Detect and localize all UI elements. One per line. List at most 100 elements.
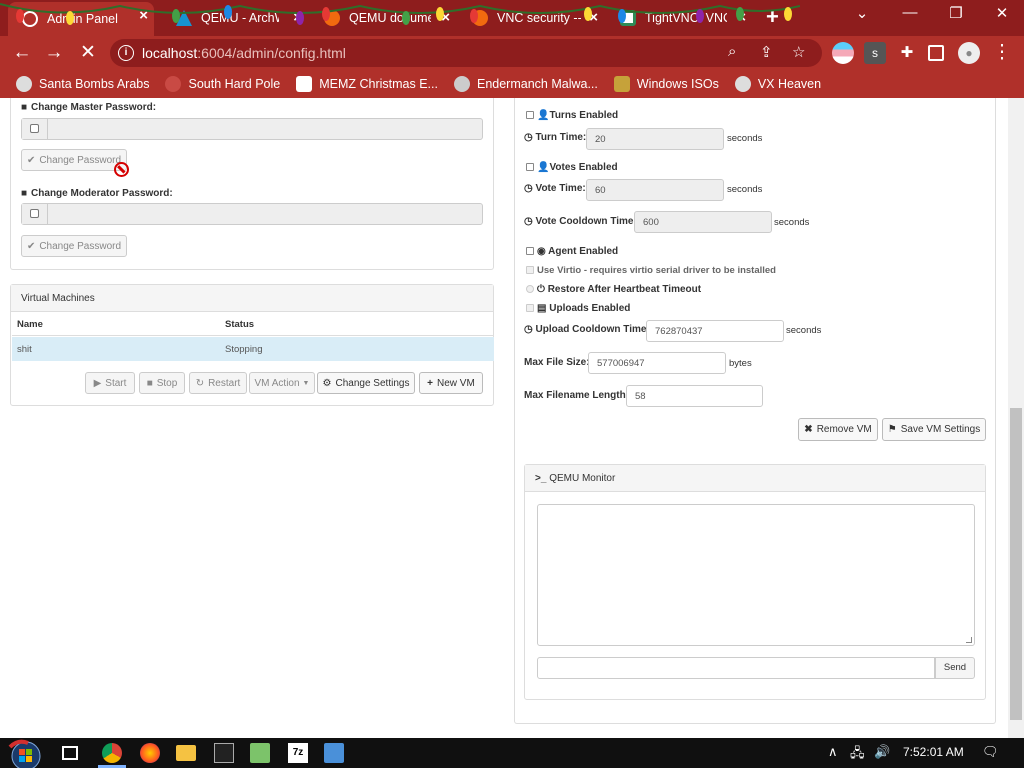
bookmark-star-icon[interactable]: ☆ xyxy=(792,43,805,61)
notifications-icon[interactable]: 🗨 xyxy=(982,744,999,760)
bookmark-south-hard-pole[interactable]: South Hard Pole xyxy=(165,76,280,92)
vote-time-unit: seconds xyxy=(727,184,763,195)
extension-flag-icon[interactable] xyxy=(832,42,854,64)
tab-vnc-security[interactable]: VNC security -- × xyxy=(458,4,604,32)
max-file-size-label: Max File Size: xyxy=(524,357,590,368)
qemu-command-input[interactable] xyxy=(537,657,935,679)
votes-enabled-checkbox[interactable] xyxy=(526,163,534,171)
qemu-output-textarea[interactable] xyxy=(537,504,975,646)
change-moderator-password-button[interactable]: ✔ Change Password xyxy=(21,235,127,257)
max-filename-length-input[interactable]: 58 xyxy=(626,385,763,407)
terminal-icon: >_ xyxy=(535,473,550,484)
agent-enabled-checkbox[interactable] xyxy=(526,247,534,255)
close-tab-icon[interactable]: × xyxy=(441,10,450,26)
table-row[interactable]: shit Stopping xyxy=(12,337,494,361)
bookmark-endermanch-malware[interactable]: Endermanch Malwa... xyxy=(453,76,598,92)
vm-action-dropdown[interactable]: VM Action ▼ xyxy=(249,372,315,394)
votes-enabled-text: Votes Enabled xyxy=(549,162,618,173)
vote-cooldown-label: ◷ Vote Cooldown Time: xyxy=(524,216,637,227)
chrome-menu-icon[interactable]: ⋮ xyxy=(990,41,1014,65)
turn-time-input[interactable]: 20 xyxy=(586,128,724,150)
max-file-size-input[interactable]: 577006947 xyxy=(588,352,726,374)
skull-icon xyxy=(734,76,751,92)
network-icon[interactable]: 🖧 xyxy=(850,744,865,766)
bookmark-windows-isos[interactable]: Windows ISOs xyxy=(613,76,719,92)
scrollbar-thumb[interactable] xyxy=(1010,408,1022,720)
minimize-window-icon[interactable]: — xyxy=(896,4,924,21)
check-icon: ✔ xyxy=(26,240,36,252)
user-icon: 👤 xyxy=(537,110,550,121)
stop-button[interactable]: ■ Stop xyxy=(139,372,185,394)
bookmark-vx-heaven[interactable]: VX Heaven xyxy=(734,76,821,92)
notepad-plus-icon[interactable] xyxy=(250,743,270,763)
use-virtio-checkbox[interactable] xyxy=(526,266,534,274)
forward-arrow-icon[interactable]: → xyxy=(42,41,66,65)
change-settings-button[interactable]: ⚙ Change Settings xyxy=(317,372,415,394)
file-explorer-icon[interactable] xyxy=(176,745,196,761)
moderator-password-checkbox[interactable] xyxy=(30,209,39,218)
start-button[interactable]: ▶ Start xyxy=(85,372,135,394)
vote-cooldown-input[interactable]: 600 xyxy=(634,211,772,233)
bookmark-memz-christmas[interactable]: MEMZ Christmas E... xyxy=(296,76,438,92)
vote-cooldown-unit: seconds xyxy=(774,217,810,228)
uploads-enabled-checkbox[interactable] xyxy=(526,304,534,312)
tab-search-icon[interactable]: ⌄ xyxy=(848,4,876,22)
7zip-icon[interactable]: 7z xyxy=(288,743,308,763)
vote-time-input[interactable]: 60 xyxy=(586,179,724,201)
plus-icon: + xyxy=(427,377,434,389)
close-tab-icon[interactable]: × xyxy=(589,10,598,26)
tab-tightvnc[interactable]: TightVNC: VNC × xyxy=(606,4,752,32)
share-icon[interactable]: ⇪ xyxy=(760,43,773,61)
extension-s-icon[interactable]: s xyxy=(864,42,886,64)
restore-window-icon[interactable]: ❐ xyxy=(942,4,970,22)
close-tab-icon[interactable]: × xyxy=(139,8,148,24)
close-window-icon[interactable]: ✕ xyxy=(988,4,1016,22)
button-label: VM Action xyxy=(254,377,300,389)
task-view-icon[interactable] xyxy=(62,746,78,760)
uploads-enabled-label: ▤ Uploads Enabled xyxy=(537,303,630,314)
side-panel-icon[interactable] xyxy=(928,45,944,61)
tab-qemu-archwiki[interactable]: QEMU - ArchWiki × xyxy=(162,4,308,32)
zoom-icon[interactable]: ⌕ xyxy=(728,43,736,60)
eye-icon: ◉ xyxy=(537,246,549,257)
volume-icon[interactable]: 🔊 xyxy=(874,744,890,760)
tab-admin-panel[interactable]: Admin Panel × xyxy=(8,2,154,36)
new-vm-button[interactable]: + New VM xyxy=(419,372,483,394)
show-hidden-icons-icon[interactable]: ∧ xyxy=(828,744,838,760)
taskbar-clock[interactable]: 7:52:01 AM xyxy=(903,745,964,759)
extensions-puzzle-icon[interactable]: ✚ xyxy=(896,42,918,64)
upload-cooldown-input[interactable]: 762870437 xyxy=(646,320,784,342)
chrome-taskbar-icon[interactable] xyxy=(102,743,122,763)
bookmark-santa-bombs-arabs[interactable]: Santa Bombs Arabs xyxy=(16,76,149,92)
tab-title: QEMU documentation xyxy=(349,11,431,25)
master-password-checkbox[interactable] xyxy=(30,124,39,133)
clock-icon: ◷ xyxy=(524,183,536,194)
start-button-icon[interactable] xyxy=(8,739,44,768)
stop-loading-icon[interactable]: ✕ xyxy=(76,41,100,65)
tab-qemu-documentation[interactable]: QEMU documentation × xyxy=(310,4,456,32)
firefox-taskbar-icon[interactable] xyxy=(140,743,160,763)
page-scrollbar[interactable] xyxy=(1008,98,1024,738)
address-bar[interactable]: i localhost:6004/admin/config.html ⌕ ⇪ ☆ xyxy=(110,39,822,67)
turns-enabled-checkbox[interactable] xyxy=(526,111,534,119)
back-arrow-icon[interactable]: ← xyxy=(10,41,34,65)
change-master-password-button[interactable]: ✔ Change Password xyxy=(21,149,127,171)
restore-heartbeat-checkbox[interactable] xyxy=(526,285,534,293)
url-text[interactable]: localhost:6004/admin/config.html xyxy=(142,45,346,61)
send-button[interactable]: Send xyxy=(935,657,975,679)
restart-button[interactable]: ↻ Restart xyxy=(189,372,247,394)
new-tab-button[interactable]: + xyxy=(766,6,779,28)
remove-vm-button[interactable]: ✖ Remove VM xyxy=(798,418,878,441)
resize-grip-icon[interactable] xyxy=(966,637,972,643)
save-vm-settings-button[interactable]: ⚑ Save VM Settings xyxy=(882,418,986,441)
vm-name-cell: shit xyxy=(17,344,32,355)
moderator-password-field[interactable] xyxy=(21,203,483,225)
close-tab-icon[interactable]: × xyxy=(737,10,746,26)
site-info-icon[interactable]: i xyxy=(118,45,134,61)
command-prompt-icon[interactable] xyxy=(214,743,234,763)
use-virtio-label: Use Virtio - requires virtio serial driv… xyxy=(537,265,776,276)
close-tab-icon[interactable]: × xyxy=(293,10,302,26)
master-password-field[interactable] xyxy=(21,118,483,140)
network-app-icon[interactable] xyxy=(324,743,344,763)
profile-avatar-icon[interactable]: ● xyxy=(958,42,980,64)
